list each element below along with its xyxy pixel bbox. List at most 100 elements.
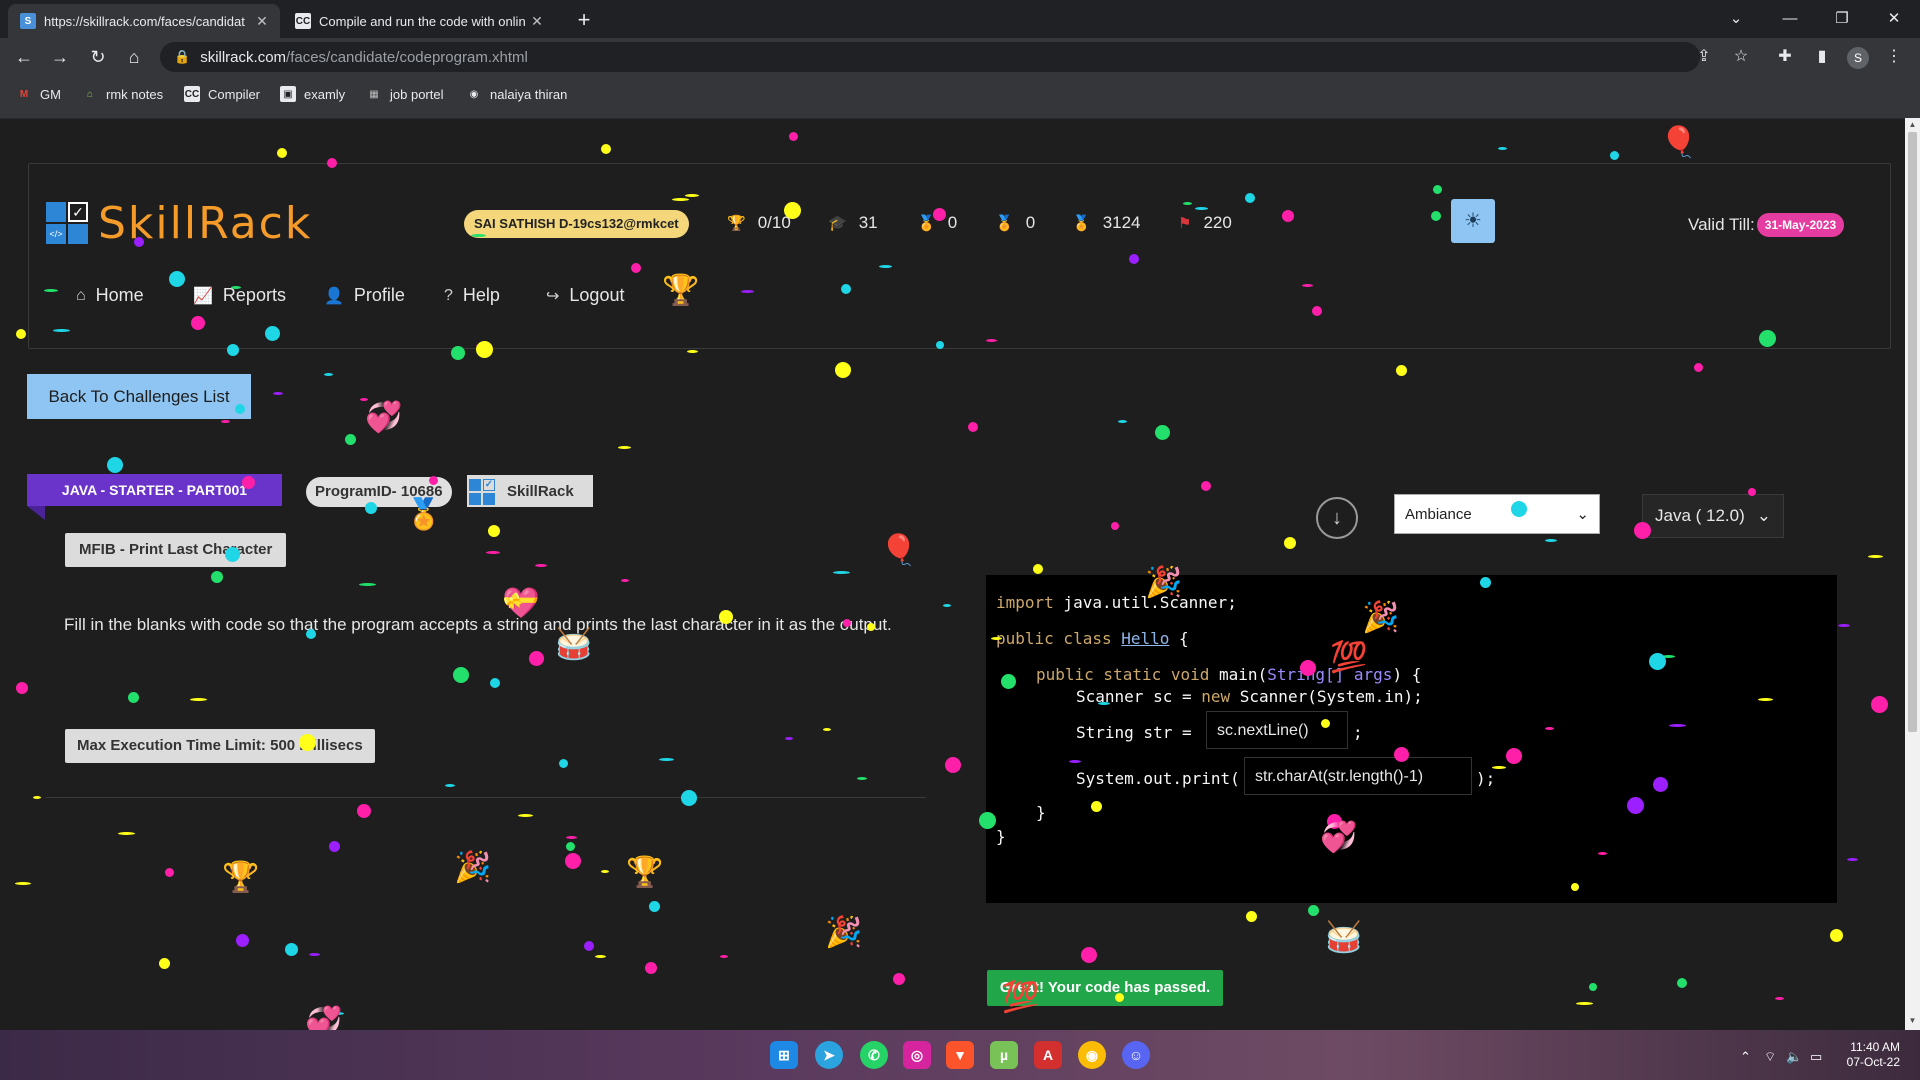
confetti-piece [566, 836, 577, 839]
tab-compiler[interactable]: CC Compile and run the code with onlin ✕ [283, 4, 555, 38]
theme-toggle-button[interactable]: ☀ [1451, 199, 1495, 243]
menu-kebab-icon[interactable]: ⋮ [1880, 43, 1908, 71]
forward-arrow-icon[interactable]: → [46, 43, 74, 71]
volume-icon[interactable]: 🔈 [1786, 1049, 1802, 1065]
editor-theme-select[interactable]: Ambiance ⌄ [1394, 494, 1600, 534]
tab-close-icon[interactable]: ✕ [252, 13, 272, 30]
brave-icon[interactable]: ▼ [946, 1041, 974, 1069]
confetti-piece [1091, 801, 1102, 812]
examly-icon: ▣ [280, 86, 296, 102]
back-to-challenges-button[interactable]: Back To Challenges List [27, 374, 251, 419]
confetti-piece [476, 341, 493, 358]
new-tab-button[interactable]: + [570, 6, 598, 34]
confetti-piece [1571, 883, 1579, 891]
confetti-piece [265, 326, 280, 341]
confetti-piece [936, 341, 944, 349]
confetti-piece [867, 623, 875, 631]
battery-icon[interactable]: ▭ [1810, 1049, 1822, 1065]
nav-logout[interactable]: ↪ Logout [546, 285, 624, 306]
confetti-piece [1511, 501, 1527, 517]
confetti-piece [1431, 211, 1441, 221]
wifi-icon[interactable]: ⌔ [1764, 1049, 1776, 1065]
confetti-piece [486, 551, 500, 554]
bookmark-nalaiya-thiran[interactable]: ◉ nalaiya thiran [466, 86, 568, 102]
code-editor[interactable]: import java.util.Scanner; public class H… [986, 575, 1837, 903]
scroll-down-icon[interactable]: ▼ [1908, 1016, 1917, 1025]
utorrent-icon[interactable]: µ [990, 1041, 1018, 1069]
acrobat-icon[interactable]: A [1034, 1041, 1062, 1069]
confetti-piece [1282, 210, 1294, 222]
confetti-piece [1302, 284, 1313, 287]
scrollbar-thumb[interactable] [1908, 132, 1917, 732]
confetti-piece [453, 667, 469, 683]
confetti-piece [309, 953, 320, 956]
tab-search-icon[interactable]: ⌄ [1716, 6, 1756, 32]
close-window-button[interactable]: ✕ [1874, 6, 1914, 32]
tab-close-icon[interactable]: ✕ [527, 13, 547, 30]
bookmark-examly[interactable]: ▣ examly [280, 86, 345, 102]
language-select[interactable]: Java ( 12.0) ⌄ [1642, 494, 1784, 538]
balloon-emoji-icon: 🎈 [1660, 126, 1698, 159]
whatsapp-icon[interactable]: ✆ [860, 1041, 888, 1069]
bookmark-job-portel[interactable]: ▦ job portel [366, 86, 443, 102]
side-panel-icon[interactable]: ▮ [1808, 43, 1836, 71]
confetti-piece [1433, 185, 1442, 194]
chrome-icon[interactable]: ◉ [1078, 1041, 1106, 1069]
confetti-piece [1312, 306, 1322, 316]
instagram-icon[interactable]: ◎ [903, 1041, 931, 1069]
confetti-piece [53, 329, 70, 332]
tab-skillrack[interactable]: S https://skillrack.com/faces/candidat ✕ [8, 4, 280, 38]
skillrack-logo[interactable]: ✓ </> SkillRack [46, 198, 312, 249]
confetti-piece [1492, 766, 1506, 769]
telegram-icon[interactable]: ➤ [815, 1041, 843, 1069]
chevron-up-icon[interactable]: ⌃ [1740, 1049, 1751, 1065]
confetti-piece [488, 525, 500, 537]
address-bar[interactable]: 🔒 skillrack.com/faces/candidate/codeprog… [160, 42, 1700, 72]
stat-trophy: 🏆 0/10 [727, 213, 791, 232]
confetti-piece [211, 571, 223, 583]
bookmark-rmk-notes[interactable]: ⌂ rmk notes [82, 86, 163, 102]
nav-help[interactable]: ? Help [444, 285, 500, 306]
discord-icon[interactable]: ☺ [1122, 1041, 1150, 1069]
download-icon[interactable]: ↓ [1316, 497, 1358, 539]
confetti-piece [134, 237, 144, 247]
windows-taskbar: ⊞ ➤ ✆ ◎ ▼ µ A ◉ ☺ [0, 1030, 1920, 1080]
logout-icon: ↪ [546, 287, 560, 305]
nav-profile[interactable]: 👤 Profile [324, 285, 405, 306]
blank-input-2[interactable]: str.charAt(str.length()-1) [1244, 757, 1472, 795]
confetti-piece [649, 901, 660, 912]
share-icon[interactable]: ⇪ [1690, 43, 1718, 71]
confetti-piece [857, 777, 867, 780]
confetti-piece [1195, 207, 1208, 210]
blank-input-1[interactable]: sc.nextLine() [1206, 711, 1348, 749]
confetti-piece [601, 870, 609, 873]
reload-icon[interactable]: ↻ [84, 43, 112, 71]
extensions-icon[interactable]: ✚ [1771, 43, 1799, 71]
bookmark-star-icon[interactable]: ☆ [1727, 43, 1755, 71]
nav-home[interactable]: ⌂ Home [76, 285, 144, 306]
bookmark-gm[interactable]: M GM [16, 86, 61, 102]
scroll-up-icon[interactable]: ▲ [1908, 120, 1917, 129]
restore-button[interactable]: ❐ [1822, 6, 1862, 32]
back-arrow-icon[interactable]: ← [10, 43, 38, 71]
confetti-piece [165, 868, 174, 877]
confetti-piece [1115, 993, 1124, 1002]
profile-avatar[interactable]: S [1847, 47, 1869, 69]
confetti-piece [227, 344, 239, 356]
confetti-piece [1001, 674, 1016, 689]
trophy-icon: 🏆 [727, 215, 746, 232]
bookmark-compiler[interactable]: CC Compiler [184, 86, 260, 102]
site-header [28, 163, 1891, 349]
page-scrollbar[interactable]: ▲ ▼ [1905, 118, 1920, 1030]
confetti-piece [535, 564, 547, 567]
lock-icon: 🔒 [174, 49, 191, 64]
windows-start-icon[interactable]: ⊞ [770, 1041, 798, 1069]
confetti-piece [327, 158, 337, 168]
home-browser-icon[interactable]: ⌂ [120, 43, 148, 71]
confetti-piece [893, 973, 905, 985]
confetti-piece [1081, 947, 1097, 963]
system-clock[interactable]: 11:40 AM 07-Oct-22 [1847, 1040, 1900, 1070]
confetti-piece [1033, 564, 1043, 574]
minimize-button[interactable]: — [1770, 6, 1810, 32]
confetti-piece [672, 198, 689, 201]
